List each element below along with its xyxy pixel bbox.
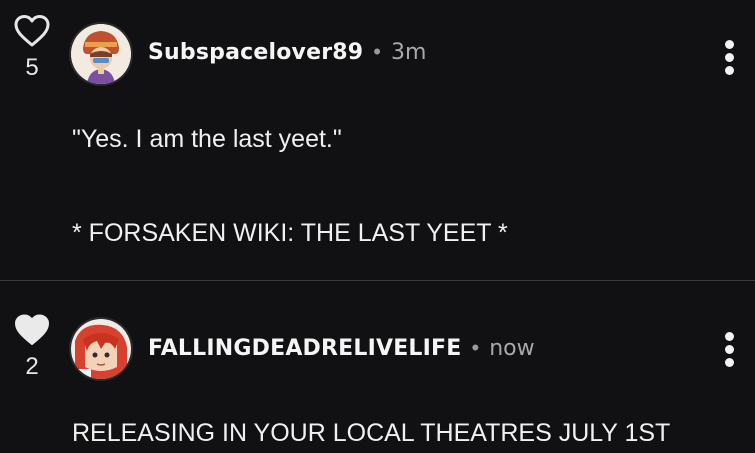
comment-item: 2 FALLINGDEADRELIVELIFE • now RELEASING …	[0, 281, 755, 453]
timestamp: now	[489, 335, 535, 361]
timestamp: 3m	[391, 39, 427, 65]
comment-feed: 5 Subspacelover89 • 3m "Yes. I am the la…	[0, 0, 755, 453]
comment-header: FALLINGDEADRELIVELIFE • now	[148, 333, 535, 363]
separator-dot: •	[373, 39, 381, 64]
comment-text-line: * FORSAKEN WIKI: THE LAST YEET *	[72, 219, 508, 247]
username[interactable]: FALLINGDEADRELIVELIFE	[148, 336, 462, 361]
more-vertical-icon[interactable]	[721, 40, 737, 79]
like-count: 5	[25, 54, 39, 81]
avatar[interactable]	[69, 22, 133, 86]
comment-item: 5 Subspacelover89 • 3m "Yes. I am the la…	[0, 0, 755, 280]
avatar[interactable]	[69, 317, 133, 381]
comment-text-line: RELEASING IN YOUR LOCAL THEATRES JULY 1S…	[72, 419, 671, 447]
like-count: 2	[25, 353, 39, 380]
heart-outline-icon[interactable]	[13, 14, 51, 48]
username[interactable]: Subspacelover89	[148, 40, 363, 65]
like-control[interactable]: 2	[12, 313, 52, 381]
more-vertical-icon[interactable]	[721, 332, 737, 371]
separator-dot: •	[471, 335, 480, 360]
like-control[interactable]: 5	[12, 14, 52, 82]
heart-filled-icon[interactable]	[13, 313, 51, 347]
comment-text-line: "Yes. I am the last yeet."	[72, 125, 342, 153]
comment-header: Subspacelover89 • 3m	[148, 37, 426, 67]
